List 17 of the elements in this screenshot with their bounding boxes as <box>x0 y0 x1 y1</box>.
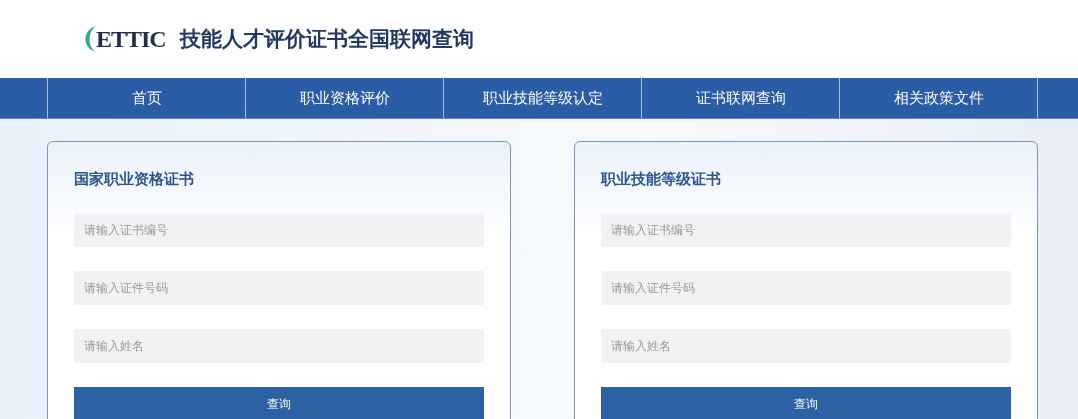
input-field[interactable]: 请输入证件号码 <box>601 271 1011 305</box>
nav-link[interactable]: 相关政策文件 <box>839 78 1038 118</box>
nav-link[interactable]: 首页 <box>47 78 245 118</box>
input-field[interactable]: 请输入姓名 <box>601 329 1011 363</box>
input-field[interactable]: 请输入证书编号 <box>74 213 484 247</box>
site-title: 技能人才评价证书全国联网查询 <box>179 26 474 53</box>
nav-link[interactable]: 职业技能等级认定 <box>443 78 641 118</box>
card-title: 国家职业资格证书 <box>74 170 195 189</box>
query-button[interactable]: 查询 <box>601 387 1011 419</box>
nav-link[interactable]: 证书联网查询 <box>641 78 839 118</box>
input-field[interactable]: 请输入姓名 <box>74 329 484 363</box>
input-field[interactable]: 请输入证件号码 <box>74 271 484 305</box>
input-field[interactable]: 请输入证书编号 <box>601 213 1011 247</box>
card-title: 职业技能等级证书 <box>601 170 722 189</box>
nav-link[interactable]: 职业资格评价 <box>245 78 443 118</box>
query-button[interactable]: 查询 <box>74 387 484 419</box>
logo-text: ETTIC <box>96 25 166 53</box>
